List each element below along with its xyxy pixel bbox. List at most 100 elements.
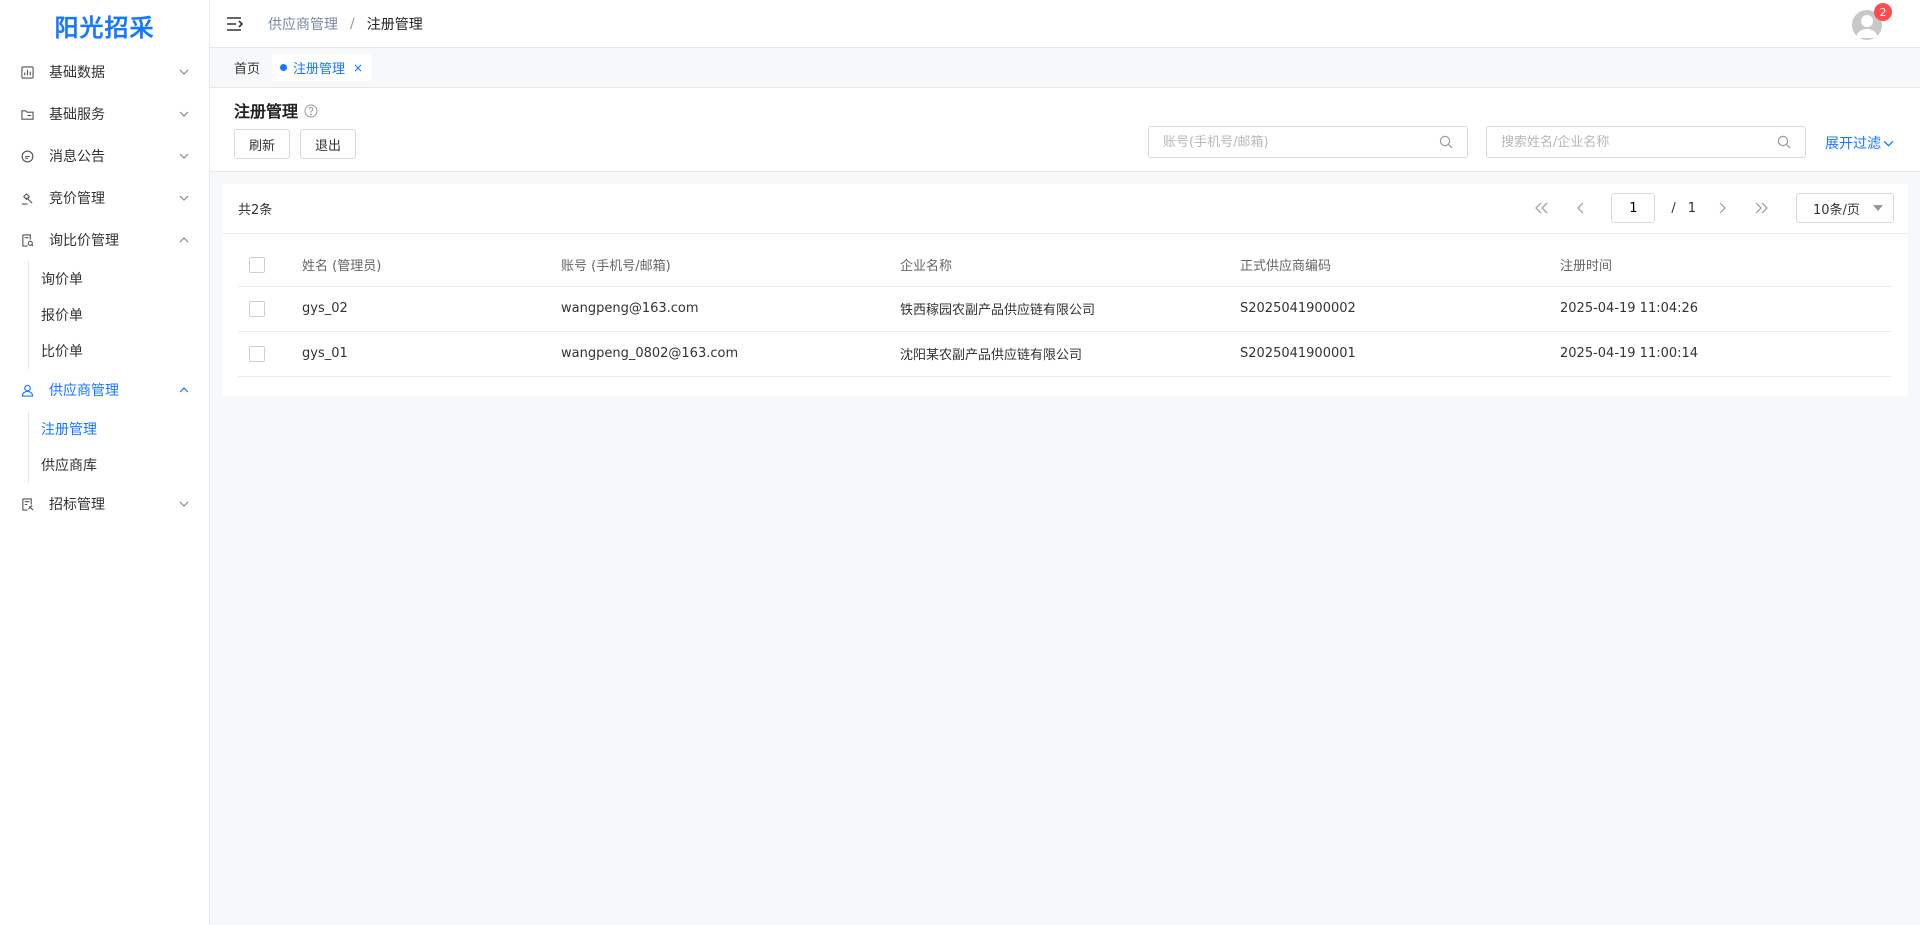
name-search-box: [1486, 126, 1806, 158]
sidebar-item-label: 基础数据: [49, 65, 105, 81]
bid-icon: [20, 497, 34, 511]
tab-home[interactable]: 首页: [226, 54, 268, 81]
name-search-input[interactable]: [1501, 134, 1777, 150]
breadcrumb-parent[interactable]: 供应商管理: [268, 14, 338, 34]
table-header-row: 姓名 (管理员) 账号 (手机号/邮箱) 企业名称 正式供应商编码 注册时间: [238, 244, 1892, 287]
message-icon: [20, 149, 34, 163]
caret-down-icon: [1873, 205, 1883, 211]
tab-label: 首页: [234, 62, 261, 77]
refresh-button[interactable]: 刷新: [234, 129, 290, 159]
search-icon[interactable]: [1777, 135, 1791, 149]
sidebar-item-basic-service[interactable]: 基础服务: [0, 93, 209, 135]
breadcrumb-separator: /: [350, 15, 355, 32]
page-size-select[interactable]: 10条/页: [1796, 193, 1894, 223]
notification-badge: 2: [1874, 3, 1892, 21]
row-checkbox[interactable]: [249, 300, 265, 317]
page-separator: /: [1671, 200, 1676, 216]
sidebar-item-label: 消息公告: [49, 149, 105, 165]
select-all-checkbox[interactable]: [249, 256, 265, 273]
table-row[interactable]: gys_02 wangpeng@163.com 铁西稼园农副产品供应链有限公司 …: [238, 286, 1892, 332]
page-title: 注册管理: [234, 98, 318, 122]
chevron-up-icon: [179, 385, 189, 395]
sidebar-item-label: 供应商管理: [49, 383, 119, 399]
sidebar-item-label: 询比价管理: [49, 233, 119, 249]
chart-icon: [20, 65, 34, 79]
row-checkbox[interactable]: [249, 345, 265, 362]
tab-label: 注册管理: [293, 62, 346, 77]
sidebar-item-inquiry-sheet[interactable]: 询价单: [29, 261, 209, 297]
select-all-cell: [238, 244, 302, 287]
cell-supplier-code: S2025041900002: [1240, 286, 1560, 332]
gavel-icon: [20, 191, 34, 205]
page-header: 注册管理 刷新 退出 展开过滤: [210, 88, 1920, 172]
row-select-cell: [238, 286, 302, 332]
next-page-icon[interactable]: [1712, 198, 1732, 218]
sidebar-item-announcements[interactable]: 消息公告: [0, 135, 209, 177]
chevron-up-icon: [179, 235, 189, 245]
cell-company: 沈阳某农副产品供应链有限公司: [900, 331, 1240, 377]
sidebar-item-quote-sheet[interactable]: 报价单: [29, 297, 209, 333]
inquiry-submenu: 询价单 报价单 比价单: [28, 261, 209, 369]
supplier-submenu: 注册管理 供应商库: [28, 411, 209, 483]
cell-account: wangpeng@163.com: [561, 286, 900, 332]
cell-name: gys_01: [302, 331, 561, 377]
sidebar-item-label: 竞价管理: [49, 191, 105, 207]
menu-toggle-icon[interactable]: [226, 16, 244, 32]
sidebar-item-inquiry[interactable]: 询比价管理: [0, 219, 209, 261]
cell-name: gys_02: [302, 286, 561, 332]
sidebar-item-supplier[interactable]: 供应商管理: [0, 369, 209, 411]
account-search-input[interactable]: [1163, 134, 1439, 150]
column-header-name: 姓名 (管理员): [302, 244, 561, 287]
page-number-input[interactable]: [1611, 193, 1656, 223]
app-logo[interactable]: 阳光招采: [0, 0, 209, 50]
last-page-icon[interactable]: [1752, 198, 1772, 218]
prev-page-icon[interactable]: [1571, 198, 1591, 218]
user-icon: [20, 383, 34, 397]
column-header-company: 企业名称: [900, 244, 1240, 287]
cell-register-time: 2025-04-19 11:04:26: [1560, 286, 1892, 332]
registration-list-card: 共2条 / 1 10条/页: [222, 184, 1908, 396]
search-icon[interactable]: [1439, 135, 1453, 149]
cell-company: 铁西稼园农副产品供应链有限公司: [900, 286, 1240, 332]
expand-filter-label: 展开过滤: [1825, 136, 1881, 152]
doc-search-icon: [20, 233, 34, 247]
chevron-down-icon: [1883, 140, 1894, 147]
exit-button[interactable]: 退出: [300, 129, 356, 159]
list-header: 共2条 / 1 10条/页: [222, 184, 1908, 234]
chevron-down-icon: [179, 109, 189, 119]
account-search-box: [1148, 126, 1468, 158]
column-header-account: 账号 (手机号/邮箱): [561, 244, 900, 287]
expand-filter-button[interactable]: 展开过滤: [1825, 133, 1894, 153]
help-icon[interactable]: [304, 103, 318, 118]
total-count: 共2条: [238, 203, 273, 218]
sidebar-item-supplier-library[interactable]: 供应商库: [29, 447, 209, 483]
folder-icon: [20, 107, 34, 121]
chevron-down-icon: [179, 151, 189, 161]
breadcrumb-current: 注册管理: [366, 16, 423, 33]
sidebar: 阳光招采 基础数据 基础服务 消息公告 竞价管理 询比价管理 询价单 报价单 比…: [0, 0, 210, 925]
page-title-text: 注册管理: [234, 102, 299, 121]
table-row[interactable]: gys_01 wangpeng_0802@163.com 沈阳某农副产品供应链有…: [238, 331, 1892, 377]
cell-account: wangpeng_0802@163.com: [561, 331, 900, 377]
sidebar-item-basic-data[interactable]: 基础数据: [0, 51, 209, 93]
chevron-down-icon: [179, 193, 189, 203]
page-size-value: 10条/页: [1813, 202, 1860, 218]
sidebar-item-label: 基础服务: [49, 107, 105, 123]
sidebar-item-registration[interactable]: 注册管理: [29, 411, 209, 447]
cell-register-time: 2025-04-19 11:00:14: [1560, 331, 1892, 377]
first-page-icon[interactable]: [1531, 198, 1551, 218]
column-header-register-time: 注册时间: [1560, 244, 1892, 287]
registration-table: 姓名 (管理员) 账号 (手机号/邮箱) 企业名称 正式供应商编码 注册时间 g…: [238, 244, 1892, 377]
sidebar-item-compare-sheet[interactable]: 比价单: [29, 333, 209, 369]
close-icon[interactable]: ×: [353, 61, 363, 75]
tab-registration[interactable]: 注册管理 ×: [272, 54, 372, 81]
sidebar-item-bidding[interactable]: 竞价管理: [0, 177, 209, 219]
top-bar: 供应商管理 / 注册管理 2: [210, 0, 1920, 48]
row-select-cell: [238, 331, 302, 377]
total-pages: 1: [1687, 200, 1696, 216]
sidebar-item-label: 招标管理: [49, 497, 105, 513]
sidebar-item-tender[interactable]: 招标管理: [0, 483, 209, 525]
tabs-bar: 首页 注册管理 ×: [210, 48, 1920, 88]
cell-supplier-code: S2025041900001: [1240, 331, 1560, 377]
active-dot-icon: [280, 64, 288, 71]
